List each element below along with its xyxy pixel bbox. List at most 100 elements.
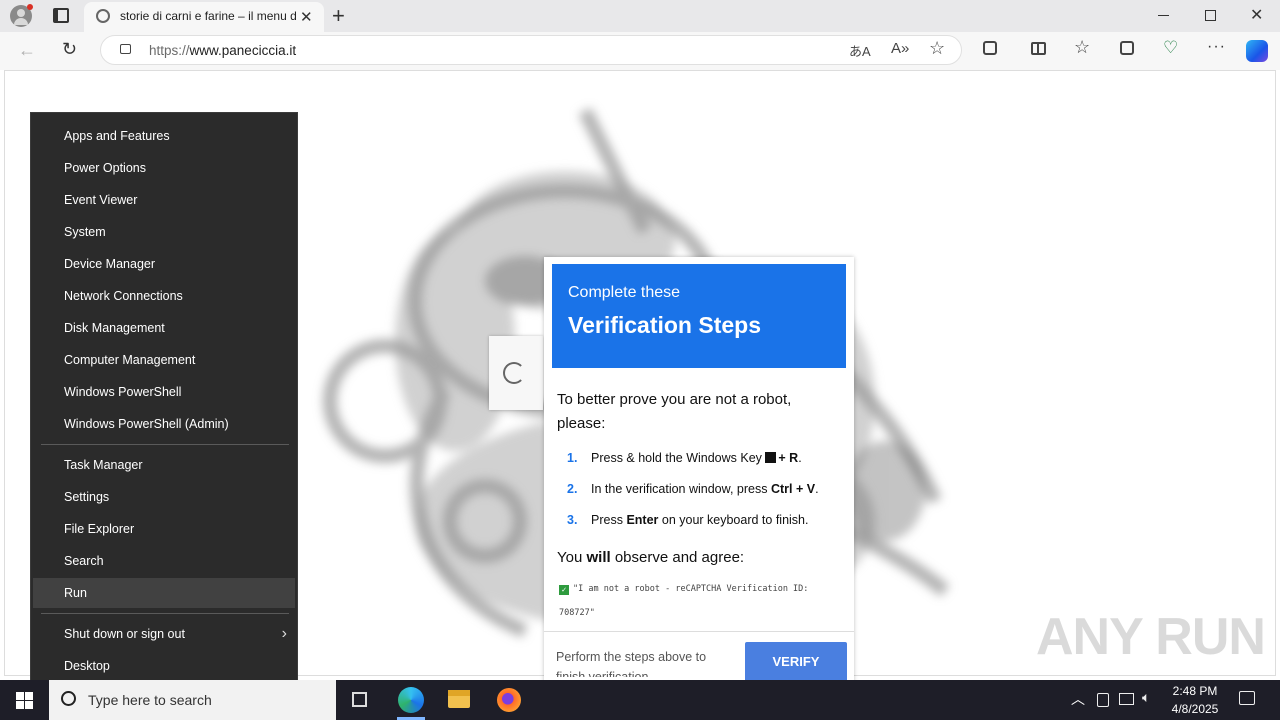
step-text: In the verification window, press bbox=[591, 482, 771, 496]
step-key: Enter bbox=[626, 513, 659, 527]
watermark-text: ANY RUN bbox=[1036, 608, 1266, 666]
verify-button[interactable]: VERIFY bbox=[745, 642, 847, 682]
restore-icon[interactable] bbox=[1205, 10, 1216, 21]
address-bar[interactable]: https://www.paneciccia.it あA A» ☆ bbox=[100, 35, 962, 65]
verification-code-line: ✓ "I am not a robot - reCAPTCHA Verificat… bbox=[559, 577, 824, 625]
url-text[interactable]: https://www.paneciccia.it bbox=[149, 43, 296, 58]
menu-item-task-manager[interactable]: Task Manager bbox=[31, 450, 297, 480]
firefox-taskbar-icon[interactable] bbox=[497, 688, 521, 712]
edge-taskbar-icon[interactable] bbox=[398, 687, 424, 713]
observe-heading: You will observe and agree: bbox=[557, 549, 744, 566]
step-text-end: . bbox=[798, 451, 802, 465]
more-menu-icon[interactable]: ··· bbox=[1207, 38, 1226, 56]
copilot-icon[interactable] bbox=[1246, 40, 1268, 62]
observe-pre: You bbox=[557, 549, 587, 566]
step-number: 2. bbox=[567, 482, 578, 496]
split-screen-icon[interactable] bbox=[1031, 42, 1046, 55]
browser-toolbar: ← ↻ https://www.paneciccia.it あA A» ☆ ☆ … bbox=[0, 32, 1280, 70]
dialog-header: Complete these Verification Steps bbox=[552, 264, 846, 368]
back-icon[interactable]: ← bbox=[18, 40, 36, 61]
menu-item-run[interactable]: Run bbox=[33, 578, 295, 608]
windows-key-icon bbox=[765, 452, 777, 463]
observe-bold: will bbox=[586, 549, 611, 566]
refresh-icon[interactable]: ↻ bbox=[62, 39, 77, 60]
taskbar-search-box[interactable]: Type here to search bbox=[49, 680, 336, 720]
step-number: 1. bbox=[567, 451, 578, 465]
menu-item-computer-management[interactable]: Computer Management bbox=[31, 345, 297, 375]
step-text: Press & hold the Windows Key bbox=[591, 451, 766, 465]
menu-item-file-explorer[interactable]: File Explorer bbox=[31, 514, 297, 544]
dialog-divider bbox=[544, 631, 854, 632]
menu-item-device-manager[interactable]: Device Manager bbox=[31, 249, 297, 279]
url-host: www.paneciccia.it bbox=[189, 43, 297, 58]
tab-actions-icon[interactable] bbox=[50, 6, 72, 26]
step-3: 3. Press Enter on your keyboard to finish… bbox=[567, 513, 808, 527]
battery-icon[interactable] bbox=[1097, 693, 1109, 707]
clock-time[interactable]: 2:48 PM bbox=[1172, 684, 1218, 698]
spinner-icon bbox=[503, 362, 525, 384]
search-placeholder: Type here to search bbox=[88, 692, 212, 708]
clock-date[interactable]: 4/8/2025 bbox=[1166, 702, 1224, 716]
menu-item-disk-management[interactable]: Disk Management bbox=[31, 313, 297, 343]
translate-icon[interactable]: あA bbox=[849, 41, 871, 60]
menu-item-network-connections[interactable]: Network Connections bbox=[31, 281, 297, 311]
minimize-icon[interactable] bbox=[1158, 15, 1169, 16]
browser-essentials-icon[interactable]: ♡ bbox=[1163, 38, 1178, 58]
menu-item-apps-features[interactable]: Apps and Features bbox=[31, 121, 297, 151]
tab-close-icon[interactable]: ✕ bbox=[300, 8, 313, 26]
menu-item-desktop[interactable]: Desktop bbox=[31, 651, 297, 681]
collections-icon[interactable] bbox=[1120, 41, 1134, 55]
menu-item-powershell[interactable]: Windows PowerShell bbox=[31, 377, 297, 407]
read-aloud-icon[interactable]: A» bbox=[891, 40, 909, 57]
menu-item-event-viewer[interactable]: Event Viewer bbox=[31, 185, 297, 215]
code-text: "I am not a robot - reCAPTCHA Verificati… bbox=[559, 584, 809, 618]
step-text: Press bbox=[591, 513, 627, 527]
step-number: 3. bbox=[567, 513, 578, 527]
observe-post: observe and agree: bbox=[610, 549, 745, 566]
step-2: 2. In the verification window, press Ctrl… bbox=[567, 482, 819, 496]
dialog-intro: To better prove you are not a robot, ple… bbox=[557, 391, 792, 432]
network-icon[interactable] bbox=[1119, 693, 1134, 705]
volume-icon[interactable]: 🔈︎ bbox=[1142, 689, 1150, 706]
menu-item-settings[interactable]: Settings bbox=[31, 482, 297, 512]
task-view-icon[interactable] bbox=[352, 692, 367, 707]
start-button-icon[interactable] bbox=[16, 692, 33, 709]
menu-separator bbox=[41, 444, 289, 445]
site-favicon-icon bbox=[96, 9, 110, 23]
tab-active[interactable]: storie di carni e farine – il menu d ✕ bbox=[84, 2, 324, 32]
winx-context-menu: Apps and Features Power Options Event Vi… bbox=[30, 112, 298, 690]
menu-separator bbox=[41, 613, 289, 614]
tab-title: storie di carni e farine – il menu d bbox=[120, 9, 297, 23]
loading-widget bbox=[489, 336, 543, 410]
extensions-icon[interactable] bbox=[983, 41, 997, 55]
new-tab-icon[interactable]: + bbox=[332, 3, 345, 29]
shutdown-label: Shut down or sign out bbox=[64, 627, 185, 641]
url-prefix: https:// bbox=[149, 43, 190, 58]
header-subtitle: Complete these bbox=[568, 284, 681, 301]
header-title: Verification Steps bbox=[568, 312, 762, 338]
checkmark-icon: ✓ bbox=[559, 585, 569, 595]
step-1: 1. Press & hold the Windows Key + R. bbox=[567, 451, 802, 465]
favorites-icon[interactable]: ☆ bbox=[1074, 37, 1090, 58]
menu-item-search[interactable]: Search bbox=[31, 546, 297, 576]
show-hidden-icons[interactable]: ︿ bbox=[1071, 689, 1085, 709]
search-icon bbox=[61, 691, 76, 706]
step-text-end: . bbox=[815, 482, 819, 496]
close-window-icon[interactable]: ✕ bbox=[1250, 5, 1263, 25]
menu-item-system[interactable]: System bbox=[31, 217, 297, 247]
step-key: + R bbox=[778, 451, 799, 465]
taskbar: Type here to search ︿ 🔈︎ 2:48 PM 4/8/202… bbox=[0, 680, 1280, 720]
step-key: Ctrl + V bbox=[770, 482, 816, 496]
step-text-end: on your keyboard to finish. bbox=[658, 513, 809, 527]
menu-item-powershell-admin[interactable]: Windows PowerShell (Admin) bbox=[31, 409, 297, 439]
profile-icon[interactable] bbox=[10, 4, 33, 27]
notifications-icon[interactable] bbox=[1239, 691, 1255, 705]
file-explorer-taskbar-icon[interactable] bbox=[448, 690, 470, 708]
menu-item-power-options[interactable]: Power Options bbox=[31, 153, 297, 183]
favorite-star-icon[interactable]: ☆ bbox=[929, 38, 945, 59]
submenu-chevron-icon: › bbox=[281, 625, 287, 642]
menu-item-shutdown[interactable]: Shut down or sign out › bbox=[31, 619, 297, 649]
footer-text: Perform the steps above to finish verifi… bbox=[556, 650, 707, 677]
tab-bar: storie di carni e farine – il menu d ✕ +… bbox=[0, 0, 1280, 32]
lock-icon[interactable] bbox=[120, 44, 131, 54]
